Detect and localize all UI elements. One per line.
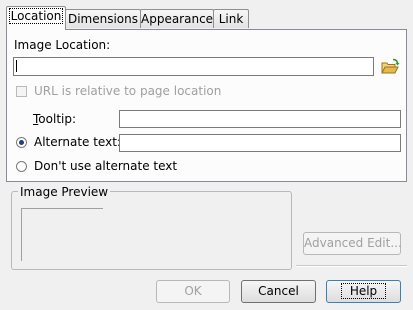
tab-dimensions[interactable]: Dimensions: [65, 9, 141, 28]
cancel-label: Cancel: [258, 284, 299, 298]
tab-link[interactable]: Link: [213, 9, 249, 28]
image-preview-area: [21, 208, 103, 261]
no-alt-text-label: Don't use alternate text: [34, 159, 178, 173]
tooltip-label: Tooltip:: [33, 112, 77, 126]
image-preview-group: [11, 191, 292, 270]
help-label: Help: [340, 283, 387, 299]
tooltip-input[interactable]: [119, 110, 401, 128]
tab-link-label: Link: [218, 12, 244, 26]
folder-open-icon: [381, 58, 400, 74]
help-button[interactable]: Help: [326, 280, 401, 303]
separator: [296, 265, 407, 267]
text-caret: [16, 60, 17, 72]
location-panel: Image Location: URL is relative to page …: [6, 29, 407, 182]
alt-text-radio[interactable]: [16, 137, 27, 148]
image-location-label: Image Location:: [14, 38, 111, 52]
image-preview-title: Image Preview: [18, 185, 111, 199]
image-location-input[interactable]: [13, 57, 374, 76]
advanced-edit-label: Advanced Edit...: [304, 236, 402, 250]
ok-button[interactable]: OK: [156, 280, 230, 303]
alt-text-input[interactable]: [119, 134, 401, 152]
no-alt-text-radio[interactable]: [16, 161, 27, 172]
url-relative-label: URL is relative to page location: [34, 84, 222, 98]
tab-appearance[interactable]: Appearance: [140, 9, 214, 28]
tab-location[interactable]: Location: [6, 6, 66, 30]
tab-appearance-label: Appearance: [141, 12, 214, 26]
ok-label: OK: [184, 284, 202, 298]
choose-file-button[interactable]: [380, 58, 400, 76]
advanced-edit-button[interactable]: Advanced Edit...: [303, 232, 402, 255]
tab-location-label: Location: [8, 8, 64, 24]
url-relative-checkbox[interactable]: [16, 86, 27, 97]
alt-text-label: Alternate text:: [34, 135, 121, 149]
tab-dimensions-label: Dimensions: [67, 12, 139, 26]
cancel-button[interactable]: Cancel: [241, 280, 316, 303]
